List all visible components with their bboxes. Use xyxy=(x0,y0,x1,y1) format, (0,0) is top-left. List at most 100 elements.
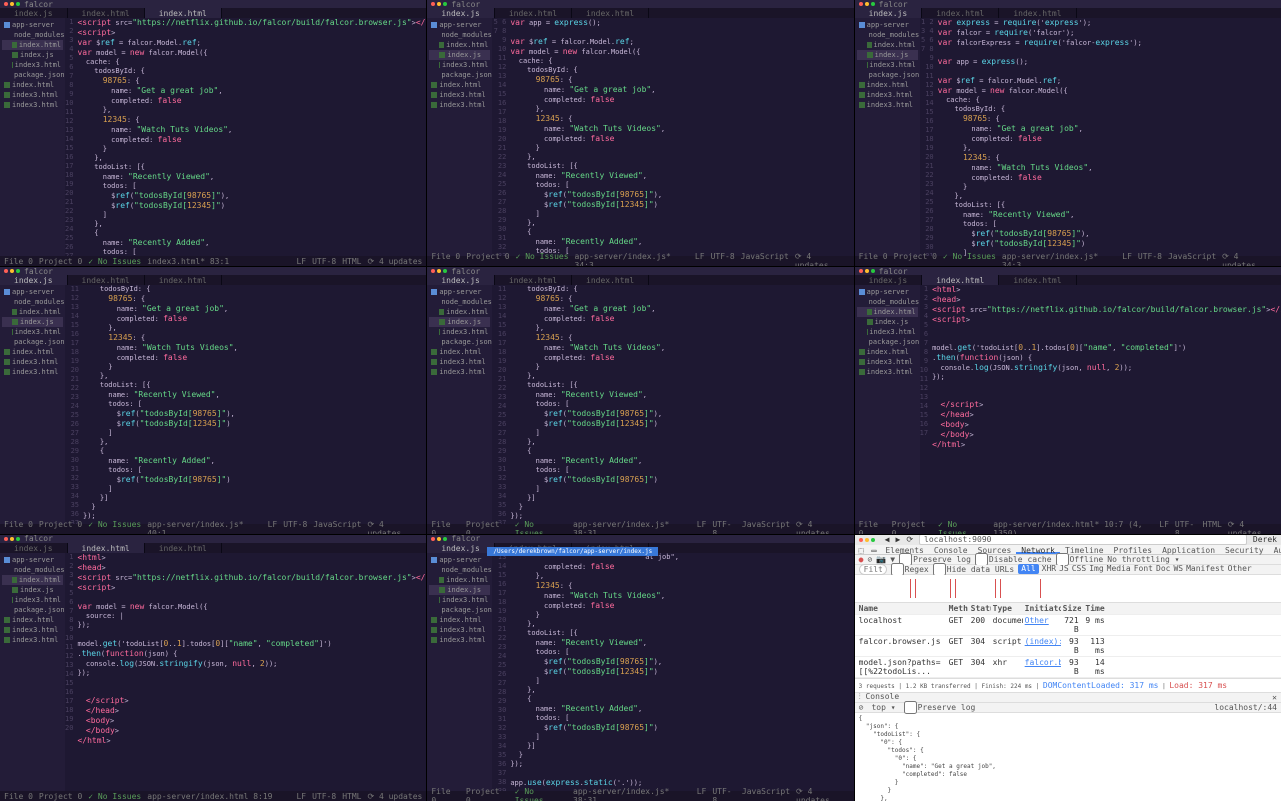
tree-item[interactable]: index.js xyxy=(429,50,490,60)
minimize-icon[interactable] xyxy=(865,538,869,542)
minimize-icon[interactable] xyxy=(437,2,441,6)
network-timeline[interactable] xyxy=(855,575,1281,603)
tree-item[interactable]: index3.html xyxy=(429,595,490,605)
devtools-tab-application[interactable]: Application xyxy=(1157,545,1220,554)
code-editor[interactable]: 1 2 3 4 5 6 7 8 9 10 11 12 13 14 15 16 1… xyxy=(65,553,426,791)
editor-tab[interactable]: index.html xyxy=(145,8,222,18)
tree-item[interactable]: app-server xyxy=(857,287,918,297)
throttle-select[interactable]: No throttling ▾ xyxy=(1107,555,1179,564)
editor-tab[interactable]: index.html xyxy=(922,8,999,18)
tree-item[interactable]: package.json xyxy=(2,70,63,80)
tree-item[interactable]: package.json xyxy=(429,337,490,347)
tree-item[interactable]: node_modules xyxy=(2,565,63,575)
tree-item[interactable]: index3.html xyxy=(2,60,63,70)
minimize-icon[interactable] xyxy=(865,2,869,6)
tree-item[interactable]: index3.html xyxy=(429,635,490,645)
code-content[interactable]: var express = require('express'); var fa… xyxy=(938,18,1281,256)
minimize-icon[interactable] xyxy=(10,2,14,6)
tree-item[interactable]: index3.html xyxy=(429,60,490,70)
code-editor[interactable]: 1 2 3 4 5 6 7 8 9 10 11 12 13 14 15 16 1… xyxy=(65,18,426,256)
file-tree[interactable]: app-servernode_modulesindex.htmlindex.js… xyxy=(427,285,492,523)
editor-tab[interactable]: index.html xyxy=(922,275,999,285)
tree-item[interactable]: package.json xyxy=(2,605,63,615)
close-icon[interactable] xyxy=(859,269,863,273)
tree-item[interactable]: index.html xyxy=(857,347,918,357)
tree-item[interactable]: index3.html xyxy=(857,100,918,110)
tree-item[interactable]: index.html xyxy=(2,347,63,357)
minimize-icon[interactable] xyxy=(10,537,14,541)
tree-item[interactable]: index3.html xyxy=(429,90,490,100)
tree-item[interactable]: index3.html xyxy=(2,595,63,605)
tree-item[interactable]: node_modules xyxy=(429,30,490,40)
code-editor[interactable]: 1 2 3 4 5 6 7 8 9 10 11 12 13 14 15 16 1… xyxy=(920,285,1281,523)
filter-type[interactable]: Img xyxy=(1089,564,1103,574)
editor-tab[interactable]: index.js xyxy=(855,275,923,285)
tree-item[interactable]: index3.html xyxy=(429,100,490,110)
tree-item[interactable]: node_modules xyxy=(857,297,918,307)
editor-tab[interactable]: index.html xyxy=(572,8,649,18)
editor-tab[interactable]: index.html xyxy=(68,275,145,285)
tree-item[interactable]: index.js xyxy=(429,317,490,327)
tree-item[interactable]: index.html xyxy=(429,347,490,357)
file-tree[interactable]: app-servernode_modules index.html index.js… xyxy=(427,553,492,791)
tree-item[interactable]: package.json xyxy=(857,70,918,80)
code-editor[interactable]: 13 14 15 16 17 18 19 20 21 22 23 24 25 2… xyxy=(492,553,853,791)
tree-item[interactable]: node_modules xyxy=(857,30,918,40)
editor-tab[interactable]: index.html xyxy=(68,8,145,18)
code-editor[interactable]: 11 12 13 14 15 16 17 18 19 20 21 22 23 2… xyxy=(492,285,853,523)
editor-tab[interactable]: index.html xyxy=(145,543,222,553)
tree-item[interactable]: index3.html xyxy=(2,635,63,645)
file-tree[interactable]: app-servernode_modulesindex.htmlindex.js… xyxy=(427,18,492,256)
tree-item[interactable]: index3.html xyxy=(2,625,63,635)
forward-icon[interactable]: ▶ xyxy=(895,535,900,544)
tree-item[interactable]: index.js xyxy=(429,585,490,595)
tree-item[interactable]: app-server xyxy=(429,20,490,30)
close-icon[interactable] xyxy=(859,538,863,542)
close-icon[interactable] xyxy=(431,2,435,6)
editor-tab[interactable]: index.html xyxy=(999,275,1076,285)
tree-item[interactable]: index3.html xyxy=(2,100,63,110)
devtools-tab-security[interactable]: Security xyxy=(1220,545,1269,554)
minimize-icon[interactable] xyxy=(437,537,441,541)
clear-icon[interactable]: ⊘ xyxy=(867,555,872,564)
tree-item[interactable]: index3.html xyxy=(857,90,918,100)
tree-item[interactable]: index.js xyxy=(2,50,63,60)
close-icon[interactable] xyxy=(859,2,863,6)
maximize-icon[interactable] xyxy=(871,269,875,273)
code-editor[interactable]: 11 12 13 14 15 16 17 18 19 20 21 22 23 2… xyxy=(65,285,426,523)
tree-item[interactable]: node_modules xyxy=(429,565,490,575)
tree-item[interactable]: app-server xyxy=(429,555,490,565)
tree-item[interactable]: app-server xyxy=(2,20,63,30)
editor-tab[interactable]: index.js xyxy=(0,275,68,285)
tree-item[interactable]: index.html xyxy=(857,40,918,50)
source-link[interactable]: localhost/:44 xyxy=(1214,703,1277,712)
tree-item[interactable]: index.html xyxy=(429,615,490,625)
tree-item[interactable]: index.js xyxy=(857,317,918,327)
close-icon[interactable] xyxy=(431,537,435,541)
tree-item[interactable]: index.js xyxy=(2,317,63,327)
tree-item[interactable]: index3.html xyxy=(2,367,63,377)
tree-item[interactable]: index.html xyxy=(857,80,918,90)
network-row[interactable]: localhostGET200documentOther721 B9 ms xyxy=(855,615,1281,636)
inspect-icon[interactable]: ⬚ xyxy=(855,545,868,554)
record-icon[interactable]: ● xyxy=(859,555,864,564)
back-icon[interactable]: ◀ xyxy=(885,535,890,544)
code-editor[interactable]: 5 6 7 8 9 10 11 12 13 14 15 16 17 18 19 … xyxy=(492,18,853,256)
editor-tab[interactable]: index.js xyxy=(0,8,68,18)
tree-item[interactable]: index.js xyxy=(2,585,63,595)
maximize-icon[interactable] xyxy=(871,2,875,6)
code-content[interactable]: <html> <head> <script src="https://netfl… xyxy=(77,553,426,791)
tree-item[interactable]: index3.html xyxy=(429,357,490,367)
device-icon[interactable]: ▭ xyxy=(867,545,880,554)
code-content[interactable]: var app = express(); var $ref = falcor.M… xyxy=(510,18,853,256)
file-tree[interactable]: app-servernode_modules index.html index.js… xyxy=(855,285,920,523)
tree-item[interactable]: index.html xyxy=(2,307,63,317)
tree-item[interactable]: index3.html xyxy=(2,90,63,100)
tree-item[interactable]: index3.html xyxy=(429,327,490,337)
tree-item[interactable]: index.html xyxy=(2,615,63,625)
tree-item[interactable]: node_modules xyxy=(429,297,490,307)
close-icon[interactable] xyxy=(4,2,8,6)
clear-console-icon[interactable]: ⊘ xyxy=(859,703,864,712)
editor-tab[interactable]: index.js xyxy=(427,8,495,18)
code-content[interactable]: <script src="https://netflix.github.io/f… xyxy=(77,18,426,256)
